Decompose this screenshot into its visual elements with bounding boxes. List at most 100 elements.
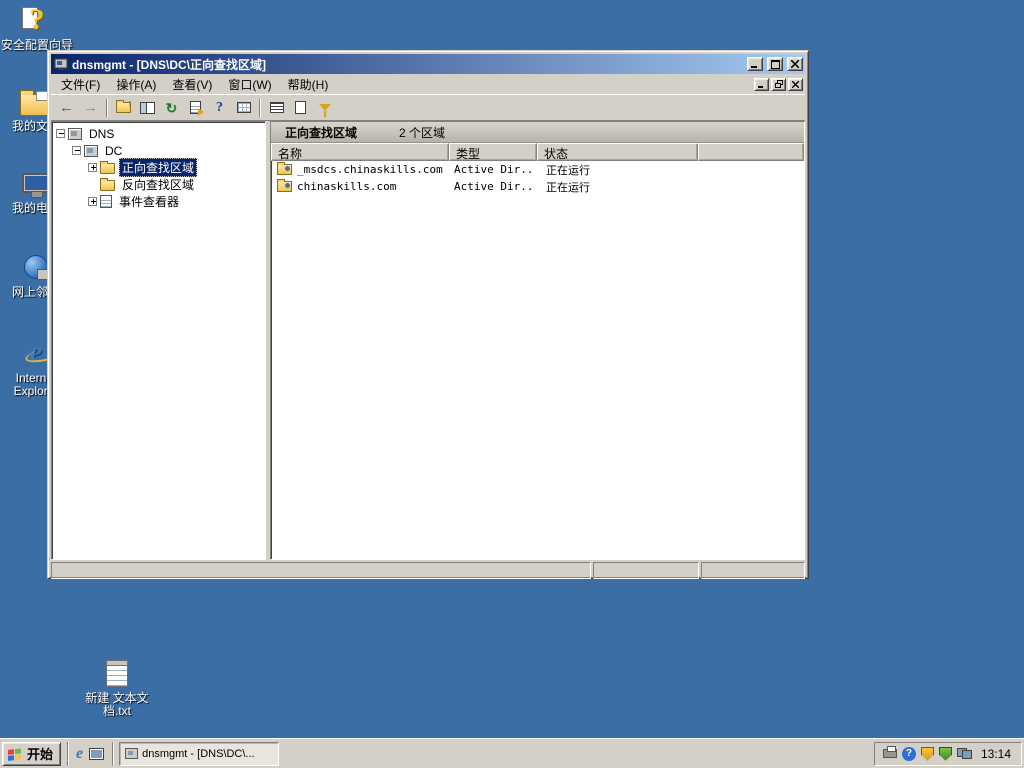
database-view-button[interactable] [232,97,255,119]
database-grid-icon [236,102,251,113]
child-restore-button[interactable] [771,77,786,91]
export-arrow-icon [198,107,204,116]
menu-bar: 文件(F) 操作(A) 查看(V) 窗口(W) 帮助(H) [51,74,805,94]
forward-button[interactable]: → [79,97,102,119]
toolbar: ← → ↑ ↻ ? [51,94,805,121]
zone-type: Active Dir... [454,163,536,176]
refresh-button[interactable]: ↻ [160,97,183,119]
zone-row-chinaskills[interactable]: chinaskills.com Active Dir... 正在运行 [271,178,804,195]
desktop-icon-security-config-wizard[interactable]: ? 安全配置向导 [1,3,73,52]
event-log-icon [100,195,112,208]
collapse-toggle-icon[interactable] [72,146,81,155]
close-button[interactable] [787,57,803,71]
system-tray: ? 13:14 [873,741,1022,766]
menu-view[interactable]: 查看(V) [164,74,220,95]
server-icon [84,144,98,157]
column-header-row: 名称 类型 状态 [271,143,804,161]
dns-zone-icon [277,179,292,192]
dns-console-icon [54,57,68,71]
tree-item-reverse-lookup-zones[interactable]: 反向查找区域 [52,176,265,193]
dnsmgmt-window: dnsmgmt - [DNS\DC\正向查找区域] 文件(F) 操作(A) 查看… [47,50,809,579]
maximize-button[interactable] [767,57,783,71]
minimize-button[interactable] [747,57,763,71]
ie-quicklaunch-icon[interactable]: e [76,745,83,763]
expand-toggle-icon[interactable] [88,197,97,206]
folder-icon [100,161,115,174]
zone-row-msdcs[interactable]: _msdcs.chinaskills.com Active Dir... 正在运… [271,161,804,178]
tree-item-label: DC [105,143,123,158]
up-one-level-button[interactable]: ↑ [112,97,135,119]
show-desktop-icon[interactable] [89,747,105,760]
taskbar: 开始 e dnsmgmt - [DNS\DC\... ? 13:14 [0,738,1024,768]
start-label: 开始 [27,747,54,762]
result-pane: 正向查找区域 2 个区域 名称 类型 状态 _msdcs.chinaskills… [270,121,805,560]
menu-help[interactable]: 帮助(H) [280,74,337,95]
status-bar [51,562,805,579]
new-record-button[interactable] [289,97,312,119]
help-button[interactable]: ? [208,97,231,119]
taskbar-window-button[interactable]: dnsmgmt - [DNS\DC\... [119,741,280,766]
security-alert-tray-icon[interactable] [920,746,934,761]
zone-status: 正在运行 [546,181,590,194]
new-document-icon [295,101,306,114]
result-header: 正向查找区域 2 个区域 [271,122,804,143]
status-pane [701,562,805,579]
child-minimize-button[interactable] [754,77,769,91]
zone-name: _msdcs.chinaskills.com [297,163,443,176]
dns-root-icon [68,127,82,140]
dns-console-mini-icon [125,748,139,759]
printer-tray-icon[interactable] [882,746,897,758]
dns-zone-icon [277,162,292,175]
menu-window[interactable]: 窗口(W) [220,74,279,95]
console-tree-panes-icon [140,101,155,114]
network-tray-icon[interactable] [956,748,972,759]
up-arrow-icon: ↑ [127,97,133,108]
result-header-title: 正向查找区域 [285,125,358,140]
menu-action[interactable]: 操作(A) [108,74,164,95]
taskbar-window-label: dnsmgmt - [DNS\DC\... [142,747,255,760]
list-view-icon [269,102,284,113]
tree-item-event-viewer[interactable]: 事件查看器 [52,193,265,210]
expand-toggle-icon[interactable] [88,163,97,172]
folder-icon [100,178,115,191]
window-titlebar[interactable]: dnsmgmt - [DNS\DC\正向查找区域] [51,54,805,74]
list-view-button[interactable] [265,97,288,119]
filter-button[interactable] [313,97,336,119]
column-header-name[interactable]: 名称 [271,143,449,161]
tree-item-label: 事件查看器 [119,195,180,209]
forward-arrow-icon: → [83,99,98,116]
status-pane [51,562,591,579]
desktop-icon-label: 新建 文本文档.txt [85,691,149,718]
show-hide-console-tree-button[interactable] [136,97,159,119]
tree-item-dc-server[interactable]: DC [52,142,265,159]
toolbar-separator [259,98,261,117]
back-arrow-icon: ← [59,99,74,116]
back-button[interactable]: ← [55,97,78,119]
security-wizard-icon: ? [20,3,54,37]
filter-funnel-icon [318,104,331,117]
text-document-icon [100,656,134,690]
tree-item-dns-root[interactable]: DNS [52,125,265,142]
desktop-icon-new-text-document[interactable]: 新建 文本文档.txt [81,656,153,718]
update-tray-icon[interactable] [938,746,952,761]
column-header-filler [698,143,804,161]
export-list-button[interactable] [184,97,207,119]
help-tray-icon[interactable]: ? [901,746,916,761]
desktop: { "icons": { "question_glyph": "?", "bac… [0,0,1024,768]
status-pane [593,562,699,579]
window-title: dnsmgmt - [DNS\DC\正向查找区域] [72,57,266,72]
collapse-toggle-icon[interactable] [56,129,65,138]
toolbar-separator [106,98,108,117]
quick-launch: e [67,741,114,766]
column-header-type[interactable]: 类型 [449,143,537,161]
zone-status: 正在运行 [546,164,590,177]
tree-item-forward-lookup-zones[interactable]: 正向查找区域 [52,158,265,177]
start-button[interactable]: 开始 [2,741,62,766]
menu-file[interactable]: 文件(F) [53,74,108,95]
child-close-button[interactable] [788,77,803,91]
tree-item-label: DNS [89,126,115,141]
taskbar-clock[interactable]: 13:14 [981,747,1011,761]
zone-list: _msdcs.chinaskills.com Active Dir... 正在运… [271,161,804,195]
console-content: DNS DC 正向查找区域 反向查找区域 事件查看器 正向查找区域 2 个区域 … [51,121,805,560]
column-header-status[interactable]: 状态 [537,143,698,161]
